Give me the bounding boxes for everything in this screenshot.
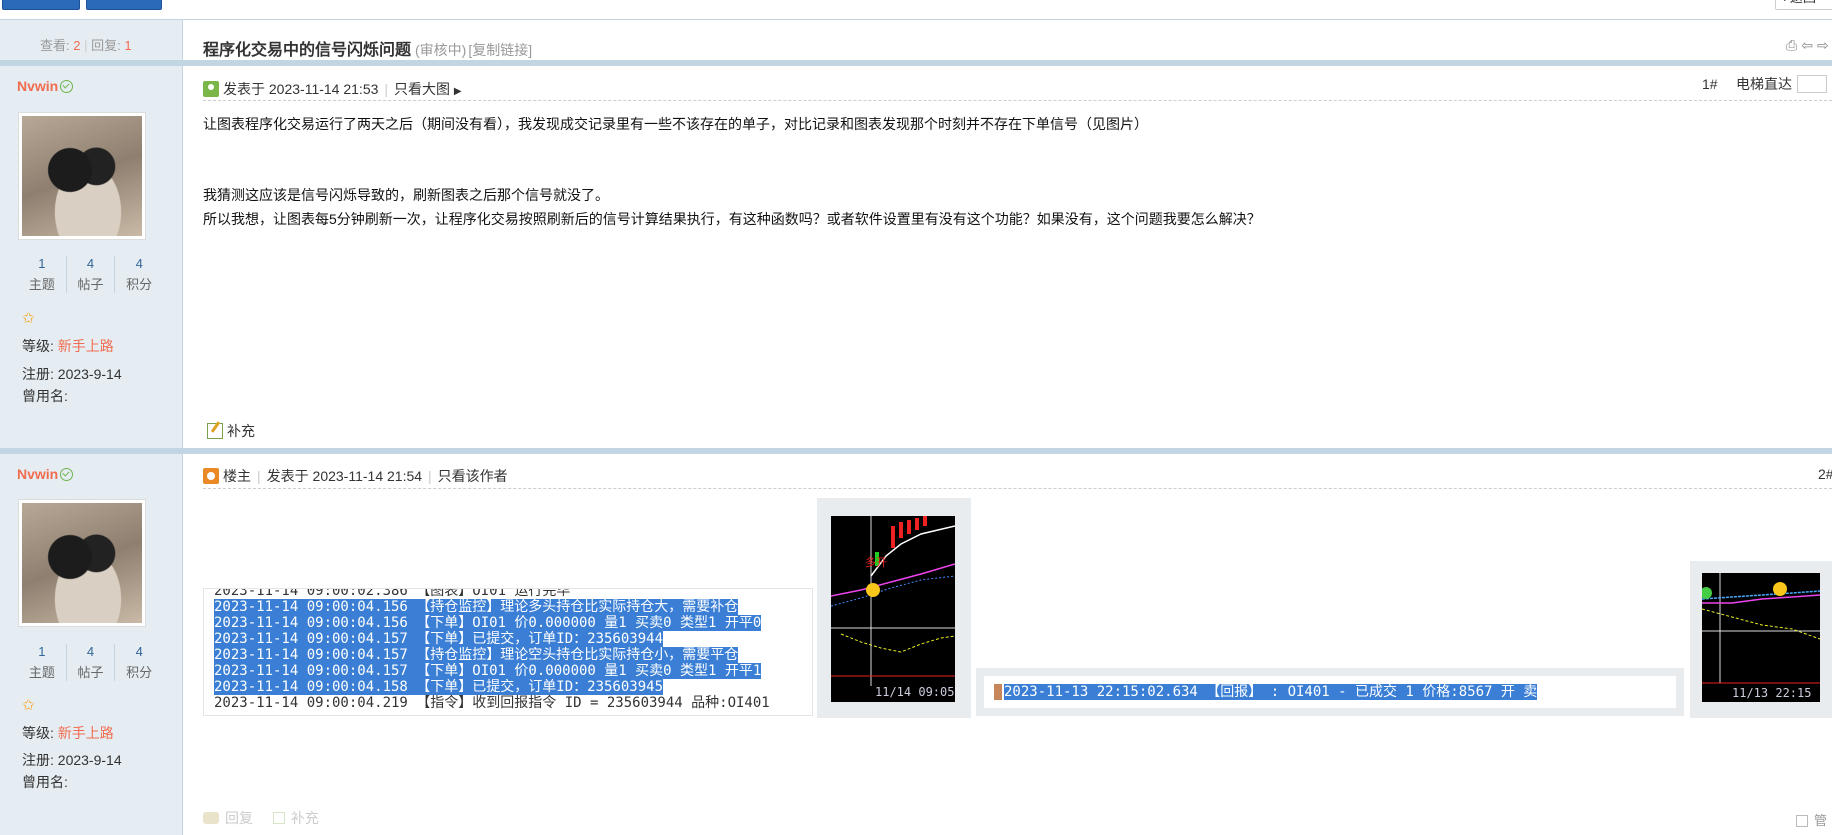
post1-text-line3: 所以我想，让图表每5分钟刷新一次，让程序化交易按照刷新后的信号计算结果执行，有这… (203, 211, 1261, 227)
post-separator (0, 448, 1832, 454)
post1-text-line2: 我猜测这应该是信号闪烁导致的，刷新图表之后那个信号就没了。 (203, 187, 609, 203)
former-name: 曾用名: (22, 388, 68, 404)
former-name: 曾用名: (22, 774, 68, 790)
print-icon[interactable]: ⎙ (1786, 37, 1801, 53)
log-line: 2023-11-14 09:00:04.156 【下单】OI01 价0.0000… (214, 615, 762, 631)
thread-title-row: 程序化交易中的信号闪烁问题 (审核中) [复制链接] (203, 36, 532, 60)
header-rule (0, 19, 1832, 20)
register-date: 注册: 2023-9-14 (22, 752, 122, 768)
triangle-right-icon: ▶ (453, 86, 462, 97)
new-post-button[interactable] (2, 0, 80, 10)
log-marker (994, 684, 1002, 700)
manage-checkbox[interactable] (1796, 815, 1808, 827)
kline-chart: 多开 11/14 09:05 (831, 516, 955, 699)
chart-screenshot-2[interactable]: 11/13 22:15 (1690, 561, 1832, 718)
log-line: 2023-11-14 09:00:04.158 【下单】已提交，订单ID：235… (214, 679, 664, 695)
post1-text-line1: 让图表程序化交易运行了两天之后（期间没有看），我发现成交记录里有一些不该存在的单… (203, 116, 1148, 132)
only-author-link[interactable]: 只看该作者 (438, 468, 508, 484)
chart-time-label: 11/14 09:05 (875, 685, 954, 699)
elevator-jump: 电梯直达 (1736, 74, 1827, 94)
avatar[interactable] (18, 112, 146, 240)
log-line-cut (994, 676, 1666, 684)
log-line: 2023-11-14 09:00:04.219 【指令】收到回报指令 ID = … (214, 695, 770, 711)
thread-tools: ⎙⇦⇨ (1786, 37, 1832, 54)
chart-screenshot-1[interactable]: 多开 11/14 09:05 (817, 498, 971, 718)
log-line: 2023-11-14 09:00:04.157 【下单】OI01 价0.0000… (214, 663, 762, 679)
post-time: 发表于 2023-11-14 21:53 (223, 81, 379, 97)
post1-header: 发表于 2023-11-14 21:53 | 只看大图 ▶ (203, 79, 462, 99)
view-reply-counts: 查看: 2 | 回复: 1 (40, 38, 132, 53)
log-line: 2023-11-14 09:00:04.157 【持仓监控】理论空头持仓比实际持… (214, 647, 739, 663)
elevator-input[interactable] (1797, 75, 1827, 93)
thread-owner-icon (203, 468, 219, 484)
star-icon: ✩ (22, 697, 35, 714)
post2-divider (203, 488, 1832, 489)
back-button[interactable]: ‹ 返回 (1775, 0, 1832, 10)
thread-title: 程序化交易中的信号闪烁问题 (203, 42, 412, 59)
author-name[interactable]: Nvwin (17, 466, 74, 482)
stat-posts[interactable]: 4 帖子 (67, 256, 116, 293)
post2-header: 楼主 | 发表于 2023-11-14 21:54 | 只看该作者 (203, 466, 508, 486)
stat-posts[interactable]: 4 帖子 (67, 644, 116, 681)
star-icon: ✩ (22, 310, 35, 327)
thread-stats-cell: 查看: 2 | 回复: 1 (0, 20, 183, 60)
edit-icon (272, 812, 285, 824)
log-line: 2023-11-14 09:00:04.157 【下单】已提交，订单ID：235… (214, 631, 664, 647)
manage-control[interactable]: 管 (1796, 810, 1827, 829)
log-line: 2023-11-14 09:00:04.156 【持仓监控】理论多头持仓比实际持… (214, 599, 739, 615)
user-level: 等级: 新手上路 (22, 725, 114, 741)
log-line: 2023-11-14 09:00:02.386 【图表】OI01 运行完毕 (214, 588, 571, 599)
supplement-button[interactable]: 补充 (207, 421, 255, 441)
supplement-action[interactable]: 补充 (272, 810, 319, 826)
review-status: (审核中) (415, 42, 467, 58)
author-stats: 1 主题 4 帖子 4 积分 (18, 644, 163, 681)
post1-divider (203, 100, 1832, 101)
reply-button[interactable] (86, 0, 162, 10)
log-screenshot-2[interactable]: 2023-11-13 22:15:02.634 【回报】 : OI401 - 已… (976, 668, 1684, 716)
reply-action[interactable]: 回复 (203, 810, 253, 826)
post1-author-panel: Nvwin 1 主题 4 帖子 4 积分 ✩ 等级: 新手上路 注册: 2023-9-… (0, 66, 183, 448)
reply-icon (203, 812, 219, 824)
log-screenshot-1[interactable]: 2023-11-14 09:00:02.386 【图表】OI01 运行完毕 20… (203, 588, 813, 716)
stat-credits[interactable]: 4 积分 (115, 644, 163, 681)
log-line: 2023-11-13 22:15:02.634 【回报】 : OI401 - 已… (1004, 684, 1538, 700)
register-date: 注册: 2023-9-14 (22, 366, 122, 382)
post-time: 发表于 2023-11-14 21:54 (266, 468, 423, 484)
floor-number[interactable]: 2# (1818, 466, 1832, 482)
copy-link[interactable]: [复制链接] (468, 42, 532, 58)
kline-chart: 11/13 22:15 (1702, 573, 1820, 700)
view-big-image-link[interactable]: 只看大图 (394, 81, 450, 97)
header-separator (0, 60, 1832, 66)
floor-number[interactable]: 1# (1702, 76, 1718, 92)
user-level: 等级: 新手上路 (22, 338, 114, 354)
prev-thread-icon[interactable]: ⇦ (1801, 37, 1817, 53)
edit-icon (207, 423, 223, 439)
avatar[interactable] (18, 499, 146, 627)
post2-actions: 回复 补充 (203, 808, 319, 828)
owner-badge: 楼主 (223, 468, 251, 484)
verified-icon (60, 468, 74, 481)
author-name[interactable]: Nvwin (17, 78, 74, 94)
online-user-icon (203, 81, 219, 97)
stat-credits[interactable]: 4 积分 (115, 256, 163, 293)
chart-time-label: 11/13 22:15 (1732, 686, 1811, 700)
stat-threads[interactable]: 1 主题 (18, 644, 67, 681)
next-thread-icon[interactable]: ⇨ (1817, 37, 1832, 53)
author-stats: 1 主题 4 帖子 4 积分 (18, 256, 163, 293)
chart-signal-label: 多开 (865, 555, 887, 569)
stat-threads[interactable]: 1 主题 (18, 256, 67, 293)
post2-author-panel: Nvwin 1 主题 4 帖子 4 积分 ✩ 等级: 新手上路 注册: 2023-9-… (0, 454, 183, 835)
verified-icon (60, 80, 74, 93)
